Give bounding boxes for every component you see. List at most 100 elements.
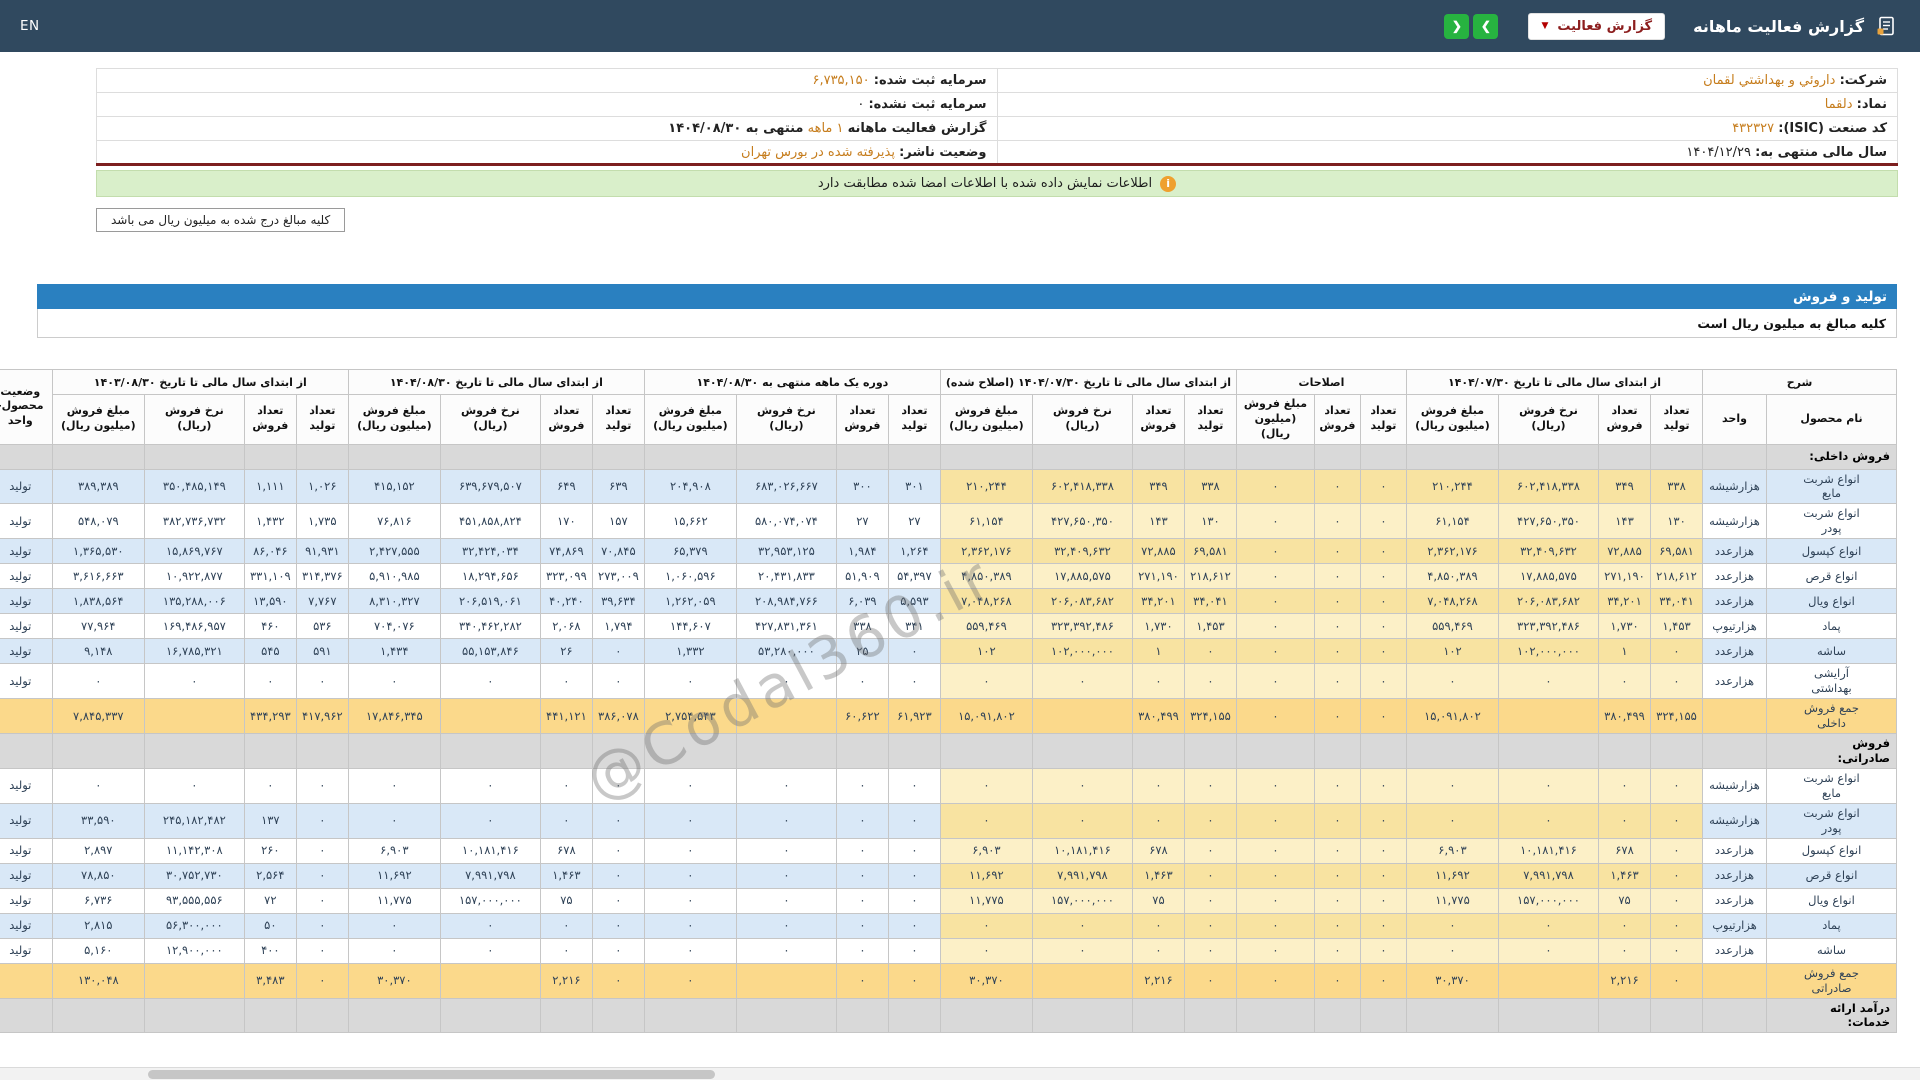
value-cell: ۵۳۶ — [295, 613, 349, 640]
nav-back-button[interactable]: ❮ — [1444, 13, 1470, 39]
value-cell: ۱,۴۳۲ — [243, 503, 297, 540]
column-header: مبلغ فروش (میلیون ریال) — [51, 394, 145, 445]
value-cell: ۶,۷۳۶ — [51, 887, 145, 914]
header-sub-row: نام محصول واحد تعداد تولید تعداد فروش نرخ فر… — [0, 394, 1897, 445]
value-cell: ۲۰۴,۹۰۸ — [643, 468, 737, 505]
column-group-header: اصلاحات — [1235, 369, 1407, 395]
value-cell: ۲,۷۵۴,۵۴۳ — [643, 698, 737, 735]
cell — [243, 997, 297, 1034]
value-cell: ۳۰,۳۷۰ — [347, 962, 441, 999]
product-unit: هزارتیوپ — [1702, 912, 1767, 939]
value-cell: ۶۷۸ — [539, 837, 593, 864]
value-cell: ۰ — [295, 962, 349, 999]
product-name: انواع کپسول — [1766, 538, 1897, 565]
value-cell: ۰ — [591, 937, 645, 964]
value-cell: ۱۵,۶۶۲ — [643, 503, 737, 540]
value-cell: ۲,۵۶۴ — [243, 862, 297, 889]
value-cell: ۰ — [591, 837, 645, 864]
value-cell: ۲۱۰,۲۴۴ — [939, 468, 1033, 505]
value-cell — [1031, 698, 1133, 735]
report-type-select[interactable]: گزارش فعالیت ▼ — [1528, 12, 1666, 40]
value-cell: ۱,۷۳۰ — [1598, 613, 1651, 640]
company-info-row: نماد: دلقما سرمایه ثبت نشده: ۰ — [96, 92, 1898, 117]
value-cell: ۲۰۶,۵۱۹,۰۶۱ — [439, 588, 541, 615]
value-cell: ۶,۹۰۳ — [347, 837, 441, 864]
column-header: تعداد تولید — [1183, 394, 1237, 445]
value-cell: ۰ — [1313, 962, 1361, 999]
value-cell: ۰ — [1131, 767, 1185, 804]
value-cell: ۳۲۴,۱۵۵ — [1650, 698, 1703, 735]
value-cell: ۲۰۶,۰۸۳,۶۸۲ — [1031, 588, 1133, 615]
cell — [591, 443, 645, 470]
value-cell: ۲۷ — [835, 503, 889, 540]
language-toggle[interactable]: EN — [20, 18, 40, 34]
value-cell: ۰ — [1183, 962, 1237, 999]
value-cell: ۱۰۲ — [1405, 638, 1500, 665]
value-cell: ۶۷۸ — [1598, 837, 1651, 864]
table-row: انواع ویال هزارعدد ۳۴,۰۴۱ ۳۴,۲۰۱ ۲۰۶,۰۸۳,۶۸۲… — [0, 588, 1897, 615]
value-cell: ۱۷,۸۸۵,۵۷۵ — [1031, 563, 1133, 590]
value-cell: ۰ — [1183, 837, 1237, 864]
product-name: ساشه — [1766, 937, 1897, 964]
value-cell: ۰ — [1498, 802, 1599, 839]
value-cell: ۱۶۹,۴۸۶,۹۵۷ — [143, 613, 245, 640]
value-cell: ۰ — [735, 837, 837, 864]
value-cell: ۴۴۱,۱۲۱ — [539, 698, 593, 735]
value-cell: ۱,۰۲۶ — [295, 468, 349, 505]
value-cell: ۴۳۴,۲۹۳ — [243, 698, 297, 735]
value-cell: ۰ — [835, 837, 889, 864]
column-header: تعداد فروش — [539, 394, 593, 445]
value-cell: ۰ — [1235, 837, 1315, 864]
report-type-label: گزارش فعالیت — [1557, 18, 1653, 34]
product-name: انواع شربت مایع — [1766, 767, 1897, 804]
cell — [143, 733, 245, 769]
cell — [591, 733, 645, 769]
value-cell: ۱,۳۶۵,۵۳۰ — [51, 538, 145, 565]
column-group-header: شرح — [1702, 369, 1897, 395]
table-row: انواع شربت مایع هزارشیشه ۳۳۸ ۳۴۹ ۶۰۲,۴۱۸,۳۳۸… — [0, 468, 1897, 505]
value-cell: ۲۵ — [835, 638, 889, 665]
value-cell: ۰ — [1235, 638, 1315, 665]
cell — [887, 997, 941, 1034]
value-cell: ۳۴۱ — [887, 613, 941, 640]
product-status: تولید — [0, 663, 53, 700]
value-cell: ۰ — [1313, 837, 1361, 864]
signed-info-bar: i اطلاعات نمایش داده شده با اطلاعات امضا… — [96, 170, 1898, 197]
value-cell: ۰ — [1359, 962, 1407, 999]
company-info-cell: سال مالی منتهی به: ۱۴۰۴/۱۲/۲۹ — [996, 140, 1898, 165]
product-name: انواع قرص — [1766, 862, 1897, 889]
value-cell: ۲۱۸,۶۱۲ — [1183, 563, 1237, 590]
value-cell: ۴۰۰ — [243, 937, 297, 964]
value-cell: ۵,۱۶۰ — [51, 937, 145, 964]
scrollbar-thumb[interactable] — [148, 1070, 715, 1079]
cell — [347, 997, 441, 1034]
value-cell: ۲۷۱,۱۹۰ — [1598, 563, 1651, 590]
nav-forward-button[interactable]: ❯ — [1473, 13, 1499, 39]
value-cell: ۳۴,۰۴۱ — [1183, 588, 1237, 615]
value-cell: ۰ — [347, 802, 441, 839]
product-name: پماد — [1766, 912, 1897, 939]
cell — [1313, 733, 1361, 769]
value-cell: ۴۰,۲۴۰ — [539, 588, 593, 615]
value-cell — [143, 698, 245, 735]
value-cell: ۷,۰۴۸,۲۶۸ — [1405, 588, 1500, 615]
value-cell: ۲,۸۹۷ — [51, 837, 145, 864]
value-cell: ۰ — [591, 663, 645, 700]
amounts-note-row: کلیه مبالغ به میلیون ریال است — [37, 309, 1897, 338]
value-cell: ۰ — [51, 663, 145, 700]
value-cell: ۳۴۹ — [1131, 468, 1185, 505]
value-cell: ۰ — [643, 887, 737, 914]
horizontal-scrollbar[interactable] — [0, 1067, 1920, 1080]
value-cell: ۰ — [1031, 663, 1133, 700]
cell — [1650, 443, 1703, 470]
cell — [1359, 443, 1407, 470]
column-header: تعداد فروش — [1598, 394, 1651, 445]
value-cell: ۳۲۳,۳۹۲,۴۸۶ — [1498, 613, 1599, 640]
value-cell: ۰ — [1650, 837, 1703, 864]
value-cell: ۷۰۴,۰۷۶ — [347, 613, 441, 640]
company-info-cell: گزارش فعالیت ماهانه ۱ ماهه منتهی به ۱۴۰۴… — [96, 116, 998, 141]
product-status: تولید — [0, 563, 53, 590]
value-cell: ۳,۶۱۶,۶۶۳ — [51, 563, 145, 590]
value-cell: ۰ — [1598, 663, 1651, 700]
value-cell: ۰ — [1031, 802, 1133, 839]
